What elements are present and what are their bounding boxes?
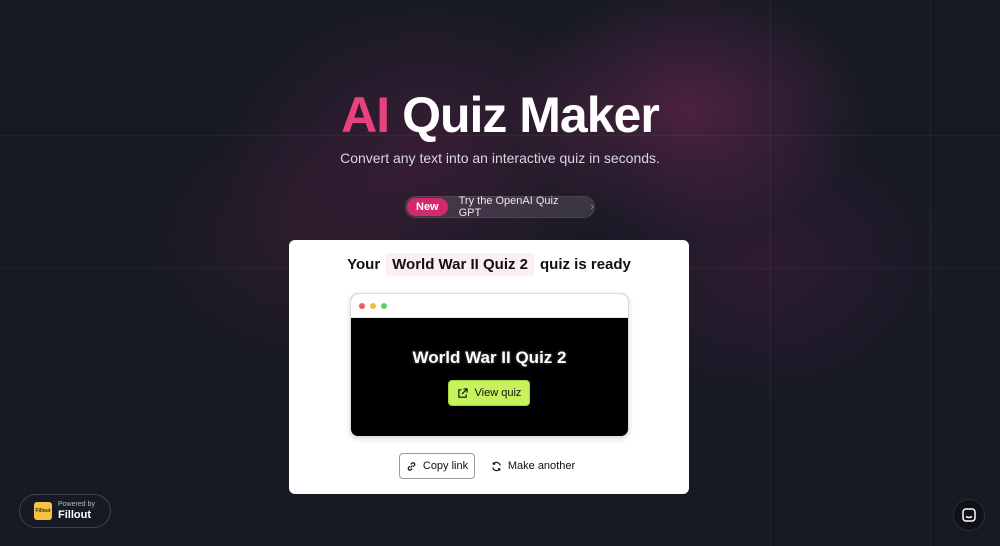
- announcement-pill[interactable]: New Try the OpenAI Quiz GPT ›: [405, 195, 595, 219]
- new-badge: New: [407, 198, 448, 216]
- window-titlebar: [351, 294, 628, 318]
- announcement-text: Try the OpenAI Quiz GPT: [458, 195, 559, 219]
- powered-by-fillout-badge[interactable]: Fillout Powered by Fillout: [19, 494, 111, 528]
- refresh-icon: [492, 461, 501, 471]
- maximize-dot-icon: [381, 302, 387, 309]
- chat-launcher-button[interactable]: [953, 499, 985, 531]
- quiz-ready-heading: Your World War II Quiz 2 quiz is ready: [289, 253, 689, 276]
- title-accent: AI: [341, 87, 390, 143]
- view-quiz-label: View quiz: [474, 387, 522, 399]
- preview-body: World War II Quiz 2 View quiz: [351, 318, 628, 436]
- copy-link-label: Copy link: [422, 460, 469, 472]
- chat-icon: [962, 508, 976, 522]
- close-dot-icon: [359, 302, 365, 309]
- ready-prefix: Your: [347, 256, 381, 273]
- grid-line: [770, 0, 771, 546]
- chevron-right-icon: ›: [590, 201, 594, 213]
- make-another-button[interactable]: Make another: [487, 453, 579, 479]
- result-card: Your World War II Quiz 2 quiz is ready W…: [289, 240, 689, 494]
- page-title: AI Quiz Maker: [0, 86, 1000, 144]
- make-another-label: Make another: [507, 460, 576, 472]
- powered-by-brand: Fillout: [58, 509, 91, 521]
- external-link-icon: [457, 387, 468, 398]
- grid-line: [930, 0, 931, 546]
- title-rest: Quiz Maker: [389, 87, 660, 143]
- page-subtitle: Convert any text into an interactive qui…: [340, 150, 660, 166]
- minimize-dot-icon: [370, 302, 376, 309]
- ready-suffix: quiz is ready: [540, 256, 631, 273]
- fillout-logo: Fillout: [34, 502, 52, 520]
- link-icon: [407, 461, 416, 471]
- powered-by-label: Powered by: [58, 501, 95, 508]
- quiz-name-chip: World War II Quiz 2: [386, 253, 535, 276]
- view-quiz-button[interactable]: View quiz: [448, 380, 530, 406]
- copy-link-button[interactable]: Copy link: [399, 453, 475, 479]
- quiz-preview-window: World War II Quiz 2 View quiz: [350, 293, 629, 437]
- powered-by-text: Powered by Fillout: [58, 501, 95, 521]
- preview-quiz-title: World War II Quiz 2: [412, 348, 567, 367]
